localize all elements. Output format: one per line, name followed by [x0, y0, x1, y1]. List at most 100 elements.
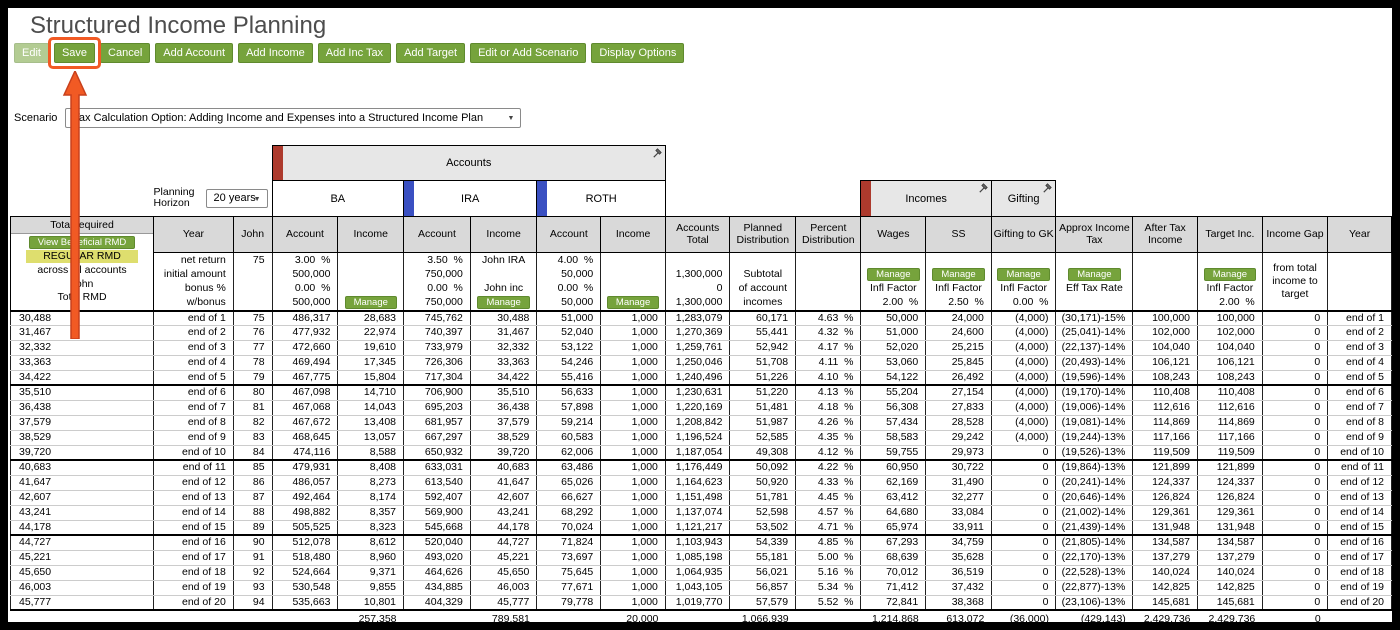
income-gap-note: from total income to target	[1261, 252, 1329, 312]
cell	[232, 281, 273, 296]
cell	[1132, 296, 1199, 312]
ira-initial: 750,000	[403, 267, 471, 282]
initial-amount-label: initial amount	[153, 267, 234, 282]
cell: 52,585	[729, 430, 797, 446]
cell: 0	[1262, 310, 1329, 327]
manage-button[interactable]: Manage	[997, 267, 1050, 281]
cell	[469, 267, 538, 282]
manage-button[interactable]: Manage	[606, 296, 660, 309]
cell: 56,308	[860, 400, 927, 417]
cell: 1,240,496	[665, 370, 731, 387]
cell: 43,241	[470, 505, 538, 521]
cell: 55,204	[860, 385, 927, 402]
total-cell: 20,000	[600, 610, 666, 622]
cell: 1,000	[600, 550, 666, 567]
cell: (4,000)	[991, 355, 1057, 371]
cell: (19,081)-14%	[1055, 415, 1134, 431]
cell: 10,801	[337, 595, 405, 612]
net-return-row: net return 75 3.00 % 3.50 % John IRA 4.0…	[11, 252, 1392, 312]
toolbar-button-edit-or-add-scenario[interactable]: Edit or Add Scenario	[470, 43, 587, 63]
cell: 60,950	[860, 460, 927, 477]
pin-icon[interactable]	[1041, 182, 1054, 198]
scenario-select[interactable]: Tax Calculation Option: Adding Income an…	[65, 108, 522, 128]
manage-button[interactable]: Manage	[1068, 267, 1121, 281]
cell: 81	[233, 400, 273, 417]
cell: 56,857	[729, 580, 797, 596]
manage-button[interactable]: Manage	[344, 296, 397, 309]
cell: 14,043	[337, 400, 405, 417]
cell: 104,040	[1132, 340, 1199, 356]
cell: 0	[991, 520, 1057, 537]
cell: 472,660	[272, 340, 339, 356]
cell: 4.22 %	[795, 460, 862, 477]
total-cell: 613,072	[925, 610, 992, 622]
cell: 569,900	[403, 505, 471, 521]
cell: 32,332	[470, 340, 538, 356]
toolbar-button-add-inc-tax[interactable]: Add Inc Tax	[317, 43, 392, 63]
manage-button[interactable]: Manage	[477, 296, 530, 309]
cell	[729, 252, 797, 267]
total-cell	[795, 610, 861, 622]
cell: 0	[991, 565, 1057, 581]
cell: 50,920	[729, 475, 797, 492]
cell: end of 14	[1327, 505, 1392, 521]
cell: 24,600	[925, 325, 992, 342]
cell: 477,932	[272, 325, 339, 342]
table-row: 45,777 end of 20 94 535,663 10,801 404,329 45,…	[9, 595, 1392, 612]
cell: 0	[1262, 595, 1329, 612]
cell: 45,221	[9, 550, 155, 567]
cell: end of 1	[1327, 310, 1392, 327]
cell: 0	[1262, 520, 1329, 537]
table-row: 34,422 end of 5 79 467,775 15,804 717,304 34,4…	[9, 370, 1392, 387]
toolbar-button-display-options[interactable]: Display Options	[591, 43, 685, 63]
manage-button[interactable]: Manage	[867, 267, 920, 281]
cell: 0	[1262, 550, 1329, 567]
cell: 142,825	[1132, 580, 1199, 596]
wages-infl-pct: 2.00 %	[860, 296, 927, 312]
toolbar-button-add-income[interactable]: Add Income	[238, 43, 313, 63]
pin-icon[interactable]	[977, 182, 990, 198]
subtotal-caption: incomes	[729, 296, 797, 312]
subtotal-caption: Subtotal	[729, 267, 797, 282]
cell	[600, 252, 666, 267]
cell: 52,942	[729, 340, 797, 356]
total-cell	[10, 610, 154, 622]
toolbar-button-edit[interactable]: Edit	[14, 43, 49, 63]
manage-button[interactable]: Manage	[932, 267, 985, 281]
cell: 518,480	[272, 550, 339, 567]
cell	[232, 296, 273, 312]
total-cell: 1,066,939	[729, 610, 796, 622]
toolbar-button-cancel[interactable]: Cancel	[100, 43, 151, 63]
cell: end of 13	[1327, 490, 1392, 506]
account-tab-ba: BA	[271, 180, 405, 217]
cell: 0	[1262, 355, 1329, 371]
manage-button[interactable]: Manage	[1203, 267, 1257, 281]
cell: (20,646)-14%	[1055, 490, 1134, 506]
cell	[860, 252, 927, 267]
toolbar-button-add-account[interactable]: Add Account	[155, 43, 234, 63]
cell: 59,755	[860, 445, 927, 462]
cell: 53,502	[729, 520, 797, 537]
table-row: 31,467 end of 2 76 477,932 22,974 740,397 31,4…	[9, 325, 1392, 342]
cell: 4.63 %	[795, 310, 862, 327]
planning-horizon-select[interactable]: 20 years ▼	[205, 188, 268, 208]
cell: 613,540	[403, 475, 471, 492]
cell: 467,672	[272, 415, 339, 431]
cell: (21,439)-14%	[1055, 520, 1134, 537]
cell: 4.10 %	[795, 370, 862, 387]
cell: 1,103,943	[665, 535, 731, 552]
cell: 94	[233, 595, 273, 612]
cell	[1132, 267, 1199, 282]
cell: 55,416	[536, 370, 602, 387]
cell	[795, 296, 862, 312]
cell: end of 18	[153, 565, 234, 581]
cell: 9,855	[337, 580, 405, 596]
total-cell	[233, 610, 273, 622]
totals-row: 257,358 789,581 20,000 1,066,939 1,214,868 61…	[10, 610, 1392, 622]
toolbar-button-add-target[interactable]: Add Target	[396, 43, 466, 63]
cell: 55,181	[729, 550, 797, 567]
pin-icon[interactable]	[651, 147, 664, 163]
cell: 68,292	[536, 505, 602, 521]
cell: 40,683	[470, 460, 538, 477]
cell: 28,683	[337, 310, 405, 327]
